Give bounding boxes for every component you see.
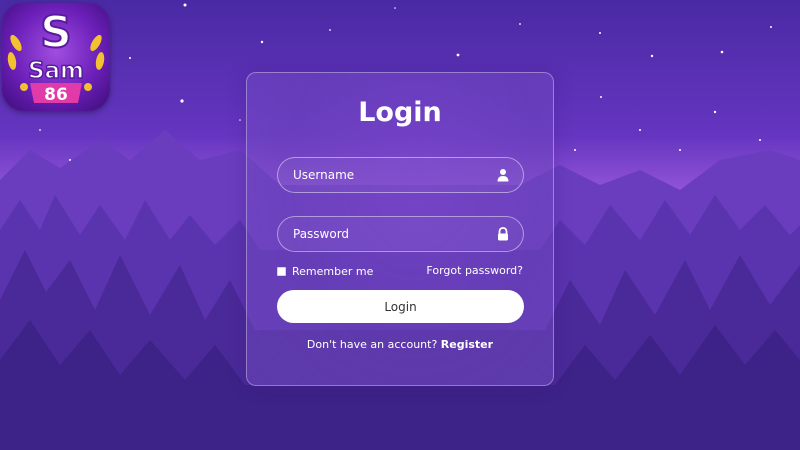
password-input[interactable] bbox=[278, 217, 523, 251]
app-logo: S Sam 86 bbox=[2, 3, 110, 111]
remember-me[interactable]: Remember me bbox=[277, 263, 373, 279]
remember-checkbox[interactable] bbox=[277, 266, 286, 276]
username-field[interactable] bbox=[277, 157, 524, 193]
remember-label: Remember me bbox=[292, 264, 374, 278]
username-input[interactable] bbox=[278, 158, 523, 192]
register-prompt: Don't have an account? bbox=[306, 338, 438, 351]
register-line: Don't have an account? Register bbox=[247, 338, 553, 351]
logo-number: 86 bbox=[44, 85, 68, 105]
login-button[interactable]: Login bbox=[277, 290, 524, 323]
login-card: Login Remember me Forgot password? Login… bbox=[246, 72, 554, 386]
user-icon bbox=[497, 169, 509, 182]
forgot-password-link[interactable]: Forgot password? bbox=[426, 263, 523, 279]
logo-word: Sam bbox=[28, 58, 84, 84]
register-link[interactable]: Register bbox=[441, 338, 493, 351]
login-title: Login bbox=[358, 97, 442, 128]
password-field[interactable] bbox=[277, 216, 524, 252]
logo-letter: S bbox=[40, 7, 72, 58]
lock-icon bbox=[498, 227, 508, 241]
